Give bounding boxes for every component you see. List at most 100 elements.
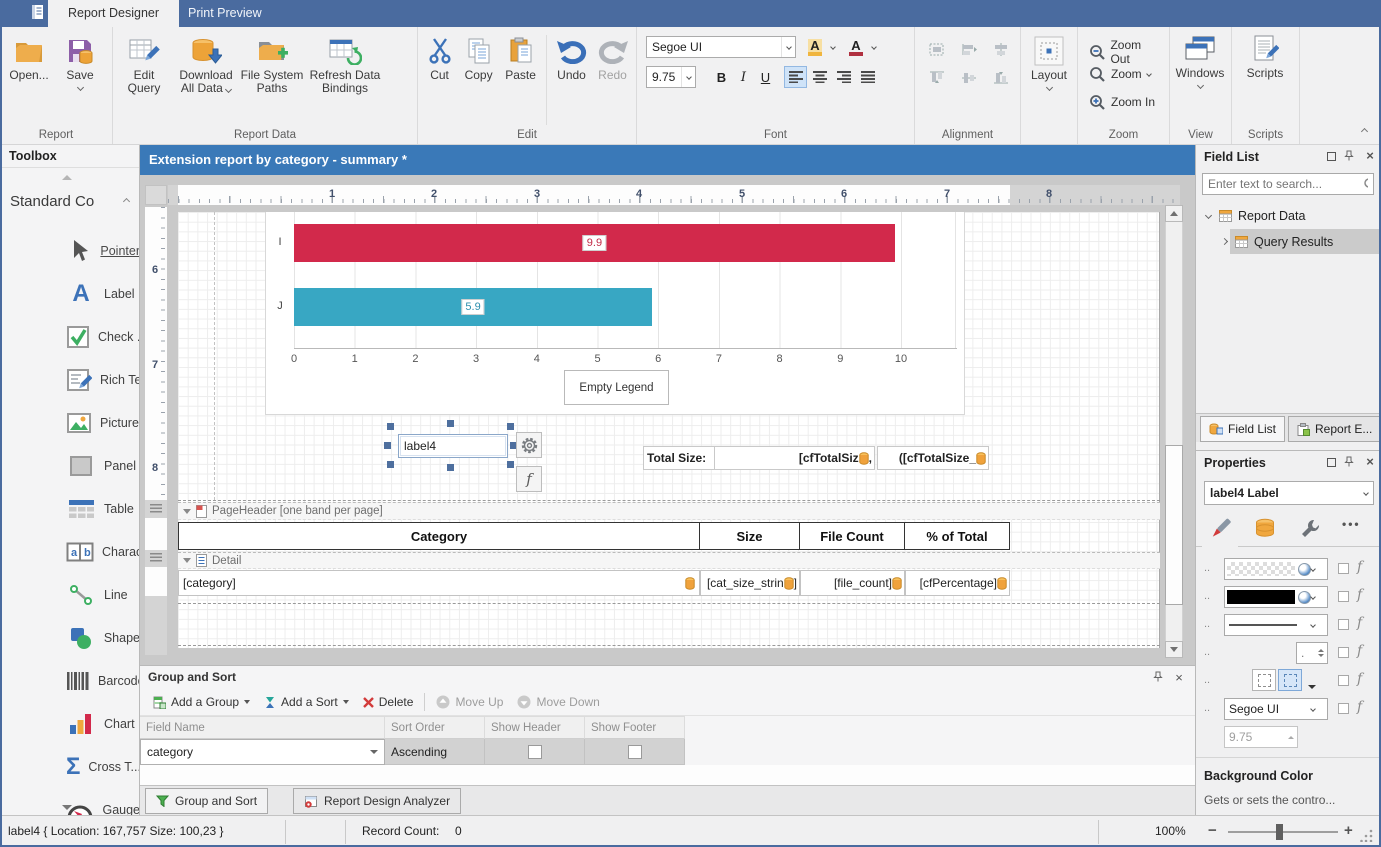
- pin-icon[interactable]: [1153, 671, 1165, 683]
- toolbox-item-barcode[interactable]: Barcode: [0, 659, 140, 702]
- font-size-spinner[interactable]: 9.75: [1224, 726, 1298, 748]
- detail-cell-category[interactable]: [category]: [178, 570, 700, 596]
- property-checkbox[interactable]: [1338, 675, 1349, 686]
- layout-button[interactable]: Layout: [1022, 31, 1077, 90]
- spinner-arrows[interactable]: [1288, 736, 1294, 739]
- function-f-icon[interactable]: f: [1357, 559, 1362, 575]
- selection-handle[interactable]: [387, 461, 394, 468]
- font-color-chevron-icon[interactable]: [871, 44, 877, 50]
- page-header-band-bar[interactable]: PageHeader [one band per page]: [178, 502, 1160, 520]
- chart-control[interactable]: I J 9.9 5.9 0 1 2 3 4 5 6 7 8 9 10 Empt: [265, 212, 965, 415]
- italic-button[interactable]: I: [734, 66, 753, 88]
- total-size-field-cell[interactable]: [cfTotalSiz ,: [714, 446, 875, 470]
- undo-button[interactable]: Undo: [551, 31, 592, 82]
- refresh-data-bindings-button[interactable]: Refresh Data Bindings: [304, 31, 386, 95]
- download-all-data-button[interactable]: Download All Data: [172, 31, 240, 95]
- align-objects-left-button[interactable]: [923, 37, 951, 61]
- align-justify-button[interactable]: [856, 66, 879, 88]
- highlight-color-button[interactable]: A: [803, 36, 827, 58]
- align-center-button[interactable]: [808, 66, 831, 88]
- behavior-wrench-icon[interactable]: [1300, 518, 1321, 539]
- redo-button[interactable]: Redo: [592, 31, 633, 82]
- toolbox-scroll-down-icon[interactable]: [62, 805, 72, 810]
- ribbon-collapse-icon[interactable]: [1361, 128, 1368, 135]
- close-icon[interactable]: ×: [1364, 150, 1376, 162]
- property-checkbox[interactable]: [1338, 591, 1349, 602]
- borders-toggle-none[interactable]: [1252, 669, 1276, 691]
- align-left-button[interactable]: [784, 66, 807, 88]
- align-objects-center-button[interactable]: [955, 37, 983, 61]
- borders-toggle-all[interactable]: [1278, 669, 1302, 691]
- detail-band-bar[interactable]: Detail: [178, 552, 1160, 569]
- selection-handle[interactable]: [507, 423, 514, 430]
- show-footer-checkbox[interactable]: [628, 745, 642, 759]
- function-f-icon[interactable]: f: [1357, 615, 1362, 631]
- table-header-category[interactable]: Category: [178, 522, 700, 550]
- detail-cell-percentage[interactable]: [cfPercentage]: [905, 570, 1010, 596]
- tab-report-designer[interactable]: Report Designer: [48, 0, 179, 27]
- function-f-icon[interactable]: f: [1357, 643, 1362, 659]
- toolbox-section-standard-controls[interactable]: Standard Co: [0, 187, 139, 216]
- selection-handle[interactable]: [387, 423, 394, 430]
- font-family-combo[interactable]: Segoe UI: [646, 36, 796, 58]
- border-width-spinner[interactable]: .: [1296, 642, 1328, 664]
- delete-button[interactable]: Delete: [356, 692, 421, 712]
- toolbox-item-character-comb[interactable]: ab Charac...: [0, 530, 140, 573]
- align-objects-bottom-button[interactable]: [987, 65, 1015, 89]
- windows-button[interactable]: Windows: [1170, 29, 1230, 88]
- design-scrollbar-thumb[interactable]: [1165, 445, 1183, 605]
- highlight-color-chevron-icon[interactable]: [830, 44, 836, 50]
- function-f-icon[interactable]: f: [1357, 671, 1362, 687]
- zoom-slider-thumb[interactable]: [1276, 824, 1283, 840]
- maximize-icon[interactable]: [1327, 458, 1336, 467]
- band-collapse-icon[interactable]: [183, 509, 191, 514]
- object-selector-combo[interactable]: label4 Label: [1204, 481, 1374, 505]
- chevron-down-icon[interactable]: [1205, 212, 1212, 219]
- background-color-editor[interactable]: [1224, 558, 1328, 580]
- appearance-brush-icon[interactable]: [1208, 517, 1232, 541]
- tab-print-preview[interactable]: Print Preview: [168, 0, 282, 27]
- function-f-icon[interactable]: f: [1357, 699, 1362, 715]
- label4-control[interactable]: label4: [398, 434, 508, 458]
- tab-report-explorer[interactable]: Report E...: [1288, 416, 1381, 442]
- design-canvas[interactable]: 1 2 3 4 5 6 7 8 6 7 8: [140, 175, 1195, 665]
- save-button[interactable]: Save: [55, 31, 105, 90]
- scripts-button[interactable]: Scripts: [1232, 29, 1298, 80]
- band-collapse-icon[interactable]: [183, 558, 191, 563]
- pin-icon[interactable]: [1344, 150, 1356, 162]
- table-header-file-count[interactable]: File Count: [800, 522, 905, 550]
- toolbox-item-line[interactable]: Line: [0, 573, 140, 616]
- selection-handle[interactable]: [447, 420, 454, 427]
- spinner-arrows[interactable]: [1318, 649, 1324, 657]
- align-right-button[interactable]: [832, 66, 855, 88]
- property-checkbox[interactable]: [1338, 619, 1349, 630]
- align-objects-middle-button[interactable]: [987, 37, 1015, 61]
- toolbox-item-checkbox[interactable]: Check ...: [0, 315, 140, 358]
- toolbox-item-rich-text[interactable]: Rich Text: [0, 358, 140, 401]
- font-family-editor[interactable]: Segoe UI: [1224, 698, 1328, 720]
- move-down-button[interactable]: Move Down: [510, 692, 606, 712]
- bold-button[interactable]: B: [711, 66, 732, 88]
- column-header-show-header[interactable]: Show Header: [485, 716, 585, 739]
- open-button[interactable]: Open...: [3, 31, 55, 82]
- selection-handle[interactable]: [507, 461, 514, 468]
- total-size-field2-cell[interactable]: ([cfTotalSize_: [877, 446, 989, 470]
- table-header-percent-of-total[interactable]: % of Total: [905, 522, 1010, 550]
- toolbox-item-gauge[interactable]: Gauge: [0, 788, 140, 815]
- toolbox-item-picture[interactable]: Picture ...: [0, 401, 140, 444]
- zoom-button[interactable]: Zoom: [1082, 63, 1158, 85]
- tree-node-report-data[interactable]: Report Data: [1196, 203, 1381, 228]
- chevron-right-icon[interactable]: [1221, 238, 1228, 245]
- align-objects-vcenter-button[interactable]: [955, 65, 983, 89]
- toolbox-item-cross-tab[interactable]: Σ Cross T...: [0, 745, 140, 788]
- detail-cell-size[interactable]: [cat_size_strin ]: [700, 570, 800, 596]
- function-f-icon[interactable]: f: [1357, 587, 1362, 603]
- tab-report-design-analyzer[interactable]: Report Design Analyzer: [293, 788, 461, 814]
- more-tabs-icon[interactable]: •••: [1342, 517, 1361, 531]
- design-scroll-down-button[interactable]: [1165, 641, 1183, 658]
- smart-tag-button[interactable]: [516, 432, 542, 458]
- band-drag-handle[interactable]: [150, 504, 162, 513]
- maximize-icon[interactable]: [1327, 152, 1336, 161]
- property-checkbox[interactable]: [1338, 563, 1349, 574]
- copy-button[interactable]: Copy: [458, 31, 499, 82]
